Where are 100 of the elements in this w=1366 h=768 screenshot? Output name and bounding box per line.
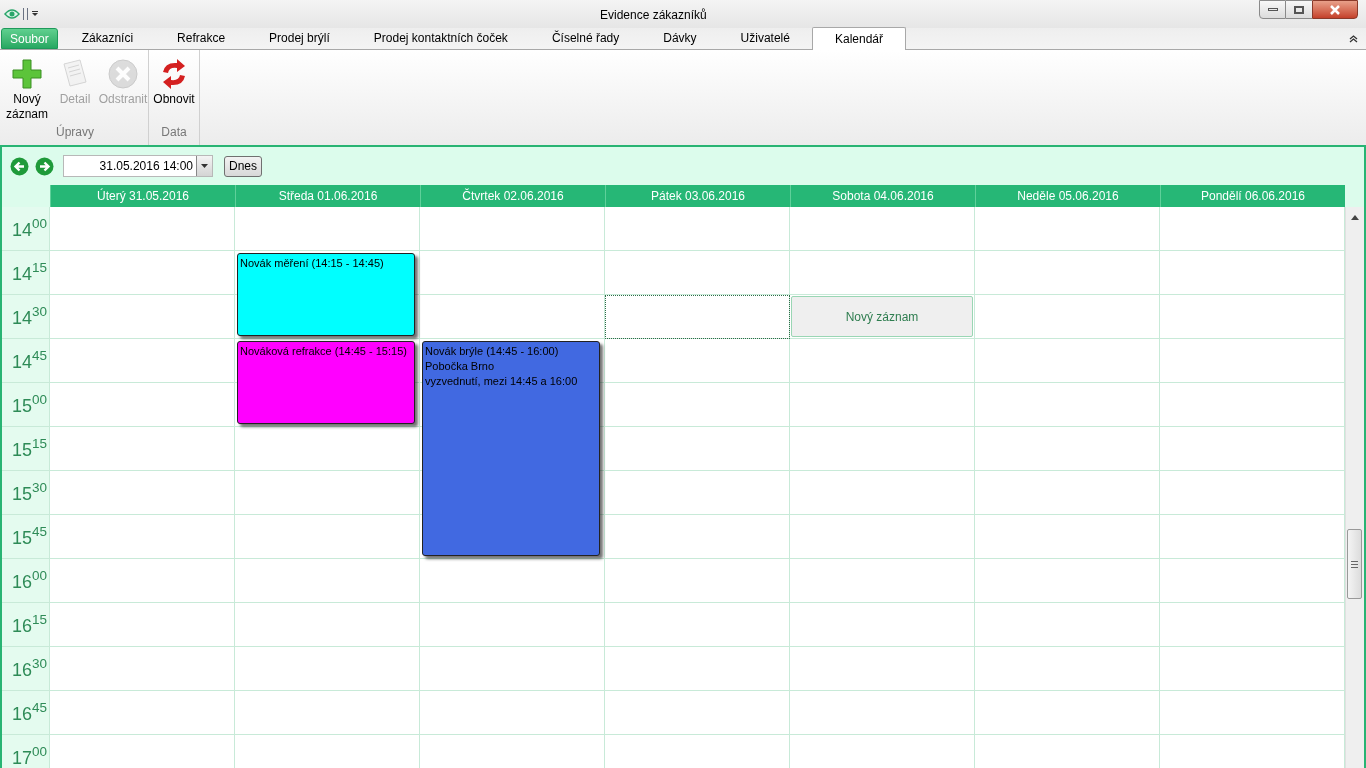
calendar-cell[interactable] <box>975 471 1160 515</box>
calendar-cell[interactable] <box>1160 691 1345 735</box>
close-button[interactable] <box>1312 0 1358 19</box>
ribbon-tab[interactable]: Číselné řady <box>529 27 642 49</box>
calendar-cell[interactable] <box>1160 339 1345 383</box>
calendar-cell[interactable] <box>975 427 1160 471</box>
calendar-cell[interactable] <box>790 207 975 251</box>
plus-icon <box>11 58 43 90</box>
calendar-cell[interactable] <box>790 515 975 559</box>
calendar-cell[interactable] <box>975 295 1160 339</box>
day-header: Neděle 05.06.2016 <box>975 185 1160 207</box>
calendar-cell[interactable] <box>420 647 605 691</box>
date-field[interactable]: 31.05.2016 14:00 <box>63 155 213 177</box>
calendar-cell[interactable] <box>50 471 235 515</box>
minimize-icon <box>1267 8 1278 11</box>
calendar-cell[interactable] <box>420 603 605 647</box>
calendar-cell[interactable] <box>975 603 1160 647</box>
calendar-cell[interactable] <box>235 471 420 515</box>
calendar-cell[interactable] <box>50 559 235 603</box>
calendar-cell[interactable] <box>975 339 1160 383</box>
scrollbar-thumb[interactable] <box>1347 529 1362 599</box>
calendar-cell[interactable] <box>235 207 420 251</box>
calendar-cell[interactable] <box>975 251 1160 295</box>
calendar-cell[interactable] <box>235 603 420 647</box>
calendar-cell[interactable] <box>420 207 605 251</box>
calendar-cell[interactable] <box>50 295 235 339</box>
calendar-cell[interactable] <box>235 647 420 691</box>
collapse-ribbon-icon[interactable] <box>1349 35 1358 43</box>
calendar-cell[interactable] <box>1160 295 1345 339</box>
calendar-cell[interactable] <box>1160 471 1345 515</box>
calendar-cell[interactable] <box>420 691 605 735</box>
calendar-cell[interactable] <box>235 691 420 735</box>
calendar-cell[interactable] <box>605 471 790 515</box>
ribbon-tab[interactable]: Zákazníci <box>59 27 156 49</box>
calendar-cell[interactable] <box>605 691 790 735</box>
calendar-cell[interactable] <box>605 207 790 251</box>
calendar-cell[interactable] <box>790 471 975 515</box>
calendar-cell[interactable] <box>420 295 605 339</box>
dropdown-icon[interactable] <box>31 10 39 18</box>
calendar-cell[interactable] <box>235 515 420 559</box>
calendar-cell[interactable] <box>790 691 975 735</box>
ribbon-tab[interactable]: Prodej brýlí <box>247 27 352 49</box>
calendar-cell[interactable] <box>420 559 605 603</box>
calendar-cell[interactable] <box>1160 559 1345 603</box>
calendar-cell[interactable] <box>50 251 235 295</box>
calendar-cell[interactable] <box>975 207 1160 251</box>
calendar-cell[interactable] <box>235 427 420 471</box>
calendar-cell[interactable] <box>975 691 1160 735</box>
calendar-cell[interactable] <box>605 559 790 603</box>
calendar-cell[interactable] <box>1160 515 1345 559</box>
calendar-cell[interactable] <box>790 559 975 603</box>
calendar-cell[interactable] <box>975 647 1160 691</box>
scroll-up-icon[interactable] <box>1351 215 1359 220</box>
calendar-cell[interactable] <box>975 559 1160 603</box>
calendar-cell[interactable] <box>1160 647 1345 691</box>
ribbon-tab[interactable]: Refrakce <box>155 27 248 49</box>
ribbon-tab[interactable]: Dávky <box>641 27 719 49</box>
calendar-cell[interactable] <box>605 515 790 559</box>
calendar-cell[interactable] <box>790 383 975 427</box>
ribbon-button[interactable]: Nový záznam <box>4 58 50 122</box>
calendar-cell[interactable] <box>605 383 790 427</box>
calendar-cell[interactable] <box>605 339 790 383</box>
calendar-cell[interactable] <box>50 647 235 691</box>
maximize-button[interactable] <box>1286 0 1312 19</box>
calendar-cell[interactable] <box>50 207 235 251</box>
vertical-scrollbar[interactable] <box>1345 207 1364 768</box>
calendar-cell[interactable] <box>790 251 975 295</box>
ribbon-button[interactable]: Obnovit <box>151 58 197 107</box>
calendar-cell[interactable] <box>605 427 790 471</box>
calendar-cell[interactable] <box>1160 383 1345 427</box>
calendar-cell[interactable] <box>1160 207 1345 251</box>
calendar-cell[interactable] <box>605 251 790 295</box>
calendar-cell[interactable] <box>50 603 235 647</box>
calendar-cell[interactable] <box>790 647 975 691</box>
calendar-cell[interactable] <box>975 515 1160 559</box>
calendar-cell[interactable] <box>50 339 235 383</box>
calendar-cell[interactable] <box>1160 427 1345 471</box>
calendar-cell[interactable] <box>235 559 420 603</box>
dropdown-icon[interactable] <box>196 156 212 176</box>
today-button[interactable]: Dnes <box>224 155 262 177</box>
calendar-cell[interactable] <box>975 383 1160 427</box>
calendar-cell[interactable] <box>790 603 975 647</box>
calendar-cell[interactable] <box>1160 603 1345 647</box>
calendar-cell[interactable] <box>50 515 235 559</box>
minimize-button[interactable] <box>1259 0 1286 19</box>
calendar-cell[interactable] <box>790 339 975 383</box>
calendar-cell[interactable] <box>605 647 790 691</box>
new-entry-button[interactable]: Nový záznam <box>791 296 973 337</box>
calendar-cell[interactable] <box>605 295 790 339</box>
calendar-cell[interactable] <box>790 427 975 471</box>
ribbon-tab[interactable]: Uživatelé <box>718 27 812 49</box>
calendar-cell[interactable] <box>50 427 235 471</box>
calendar-cell[interactable] <box>50 691 235 735</box>
time-label: 15$^{00}$ <box>2 383 50 427</box>
calendar-cell[interactable] <box>420 251 605 295</box>
calendar-cell[interactable] <box>1160 251 1345 295</box>
ribbon-tab[interactable]: Prodej kontaktních čoček <box>351 27 530 49</box>
ribbon-tab[interactable]: Kalendář <box>811 27 906 50</box>
calendar-cell[interactable] <box>605 603 790 647</box>
calendar-cell[interactable] <box>50 383 235 427</box>
